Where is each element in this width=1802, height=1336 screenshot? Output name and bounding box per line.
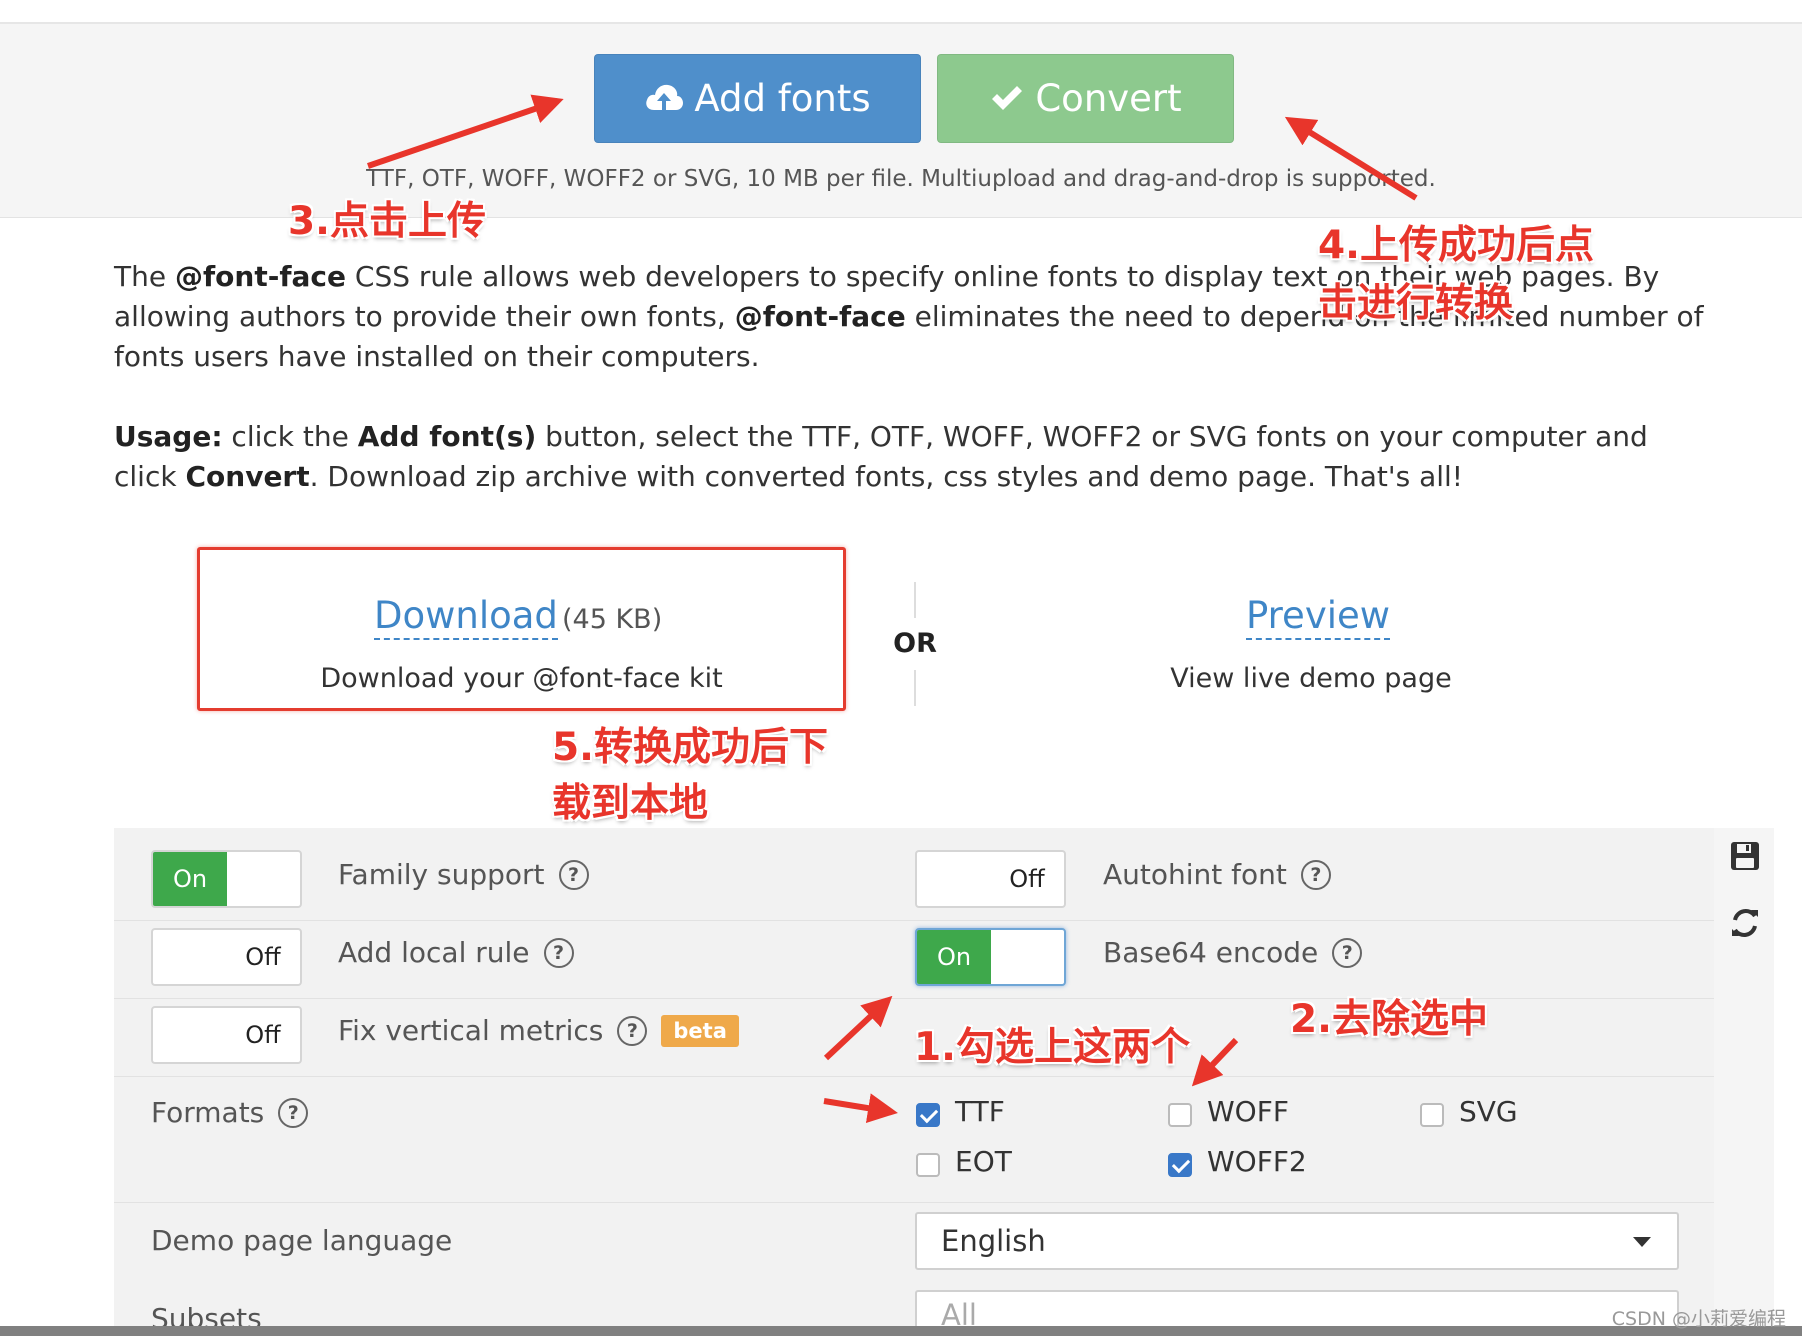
- or-divider-bottom: [914, 670, 916, 706]
- add-local-rule-option: Add local rule ?: [338, 936, 574, 969]
- convert-button[interactable]: Convert: [937, 54, 1234, 143]
- annotation-step3: 3.点击上传: [288, 199, 486, 244]
- annotation-step5-line2: 载到本地: [552, 781, 709, 826]
- toggle-state: Off: [245, 943, 281, 971]
- family-support-option: Family support ?: [338, 858, 589, 891]
- download-size: (45 KB): [562, 604, 663, 635]
- checkmark-icon: [992, 85, 1023, 110]
- demo-language-option: Demo page language: [151, 1224, 452, 1257]
- help-icon[interactable]: ?: [543, 937, 574, 968]
- annotation-step4-line1: 4.上传成功后点: [1318, 223, 1594, 268]
- toggle-state: Off: [1009, 865, 1045, 893]
- format-eot-checkbox[interactable]: [916, 1153, 940, 1177]
- row-divider: [114, 1202, 1714, 1203]
- upload-hint: TTF, OTF, WOFF, WOFF2 or SVG, 10 MB per …: [366, 166, 1436, 192]
- format-ttf-checkbox[interactable]: [916, 1103, 940, 1127]
- family-support-toggle[interactable]: On: [151, 850, 302, 908]
- usage-paragraph: Usage: click the Add font(s) button, sel…: [114, 417, 1714, 497]
- side-tools: [1714, 828, 1774, 1336]
- add-fonts-label: Add fonts: [694, 77, 871, 120]
- or-label: OR: [893, 628, 937, 659]
- annotation-step5-line1: 5.转换成功后下: [552, 725, 828, 770]
- annotation-step1: 1.勾选上这两个: [914, 1025, 1190, 1070]
- format-woff2-label: WOFF2: [1207, 1145, 1307, 1178]
- autohint-font-toggle[interactable]: Off: [915, 850, 1066, 908]
- download-subtitle: Download your @font-face kit: [320, 663, 723, 694]
- beta-badge: beta: [661, 1014, 739, 1047]
- format-woff2-checkbox[interactable]: [1168, 1153, 1192, 1177]
- toggle-state: On: [917, 930, 991, 984]
- formats-option: Formats ?: [151, 1096, 309, 1129]
- family-support-label: Family support: [338, 858, 545, 891]
- help-icon[interactable]: ?: [558, 859, 589, 890]
- preview-link[interactable]: Preview: [1246, 594, 1391, 640]
- usage-text: click the: [222, 420, 358, 453]
- top-strip: [0, 0, 1802, 24]
- usage-text: . Download zip archive with converted fo…: [309, 460, 1464, 493]
- help-icon[interactable]: ?: [278, 1097, 309, 1128]
- help-icon[interactable]: ?: [617, 1015, 648, 1046]
- or-divider-top: [914, 582, 916, 618]
- toggle-state: On: [153, 852, 227, 906]
- row-divider: [114, 920, 1714, 921]
- chevron-down-icon: [1633, 1237, 1651, 1247]
- intro-bold: @font-face: [734, 300, 906, 333]
- preview-subtitle: View live demo page: [1170, 663, 1452, 694]
- intro-bold: @font-face: [174, 260, 347, 293]
- annotation-step2: 2.去除选中: [1290, 997, 1488, 1042]
- intro-text: The: [114, 260, 175, 293]
- bottom-bar: [0, 1326, 1802, 1336]
- help-icon[interactable]: ?: [1300, 859, 1331, 890]
- autohint-font-label: Autohint font: [1103, 858, 1287, 891]
- formats-label: Formats: [151, 1096, 265, 1129]
- format-svg-checkbox[interactable]: [1420, 1103, 1444, 1127]
- row-divider: [114, 1076, 1714, 1077]
- format-eot-label: EOT: [955, 1145, 1012, 1178]
- format-woff-label: WOFF: [1207, 1095, 1289, 1128]
- cloud-upload-icon: [646, 84, 684, 112]
- base64-encode-label: Base64 encode: [1103, 936, 1319, 969]
- download-link[interactable]: Download: [374, 594, 558, 640]
- fix-vertical-metrics-toggle[interactable]: Off: [151, 1006, 302, 1064]
- fix-vertical-metrics-option: Fix vertical metrics ? beta: [338, 1014, 739, 1047]
- refresh-icon[interactable]: [1729, 906, 1761, 940]
- convert-label: Convert: [1035, 77, 1182, 120]
- add-fonts-button[interactable]: Add fonts: [594, 54, 921, 143]
- base64-encode-option: Base64 encode ?: [1103, 936, 1363, 969]
- usage-bold: Convert: [185, 460, 310, 493]
- add-local-rule-label: Add local rule: [338, 936, 530, 969]
- add-local-rule-toggle[interactable]: Off: [151, 928, 302, 986]
- usage-bold: Add font(s): [357, 420, 537, 453]
- toggle-state: Off: [245, 1021, 281, 1049]
- demo-language-select[interactable]: English: [915, 1212, 1679, 1270]
- format-ttf-label: TTF: [955, 1095, 1005, 1128]
- format-woff-checkbox[interactable]: [1168, 1103, 1192, 1127]
- demo-language-value: English: [941, 1224, 1046, 1258]
- annotation-step4-line2: 击进行转换: [1318, 281, 1514, 326]
- format-svg-label: SVG: [1459, 1095, 1518, 1128]
- autohint-font-option: Autohint font ?: [1103, 858, 1331, 891]
- base64-encode-toggle[interactable]: On: [915, 928, 1066, 986]
- demo-language-label: Demo page language: [151, 1224, 453, 1257]
- upload-bar: Add fonts Convert TTF, OTF, WOFF, WOFF2 …: [0, 24, 1802, 218]
- save-icon[interactable]: [1729, 840, 1761, 872]
- usage-label: Usage:: [114, 420, 223, 453]
- fix-vertical-metrics-label: Fix vertical metrics: [338, 1014, 604, 1047]
- watermark: CSDN @小莉爱编程: [1611, 1308, 1786, 1330]
- help-icon[interactable]: ?: [1332, 937, 1363, 968]
